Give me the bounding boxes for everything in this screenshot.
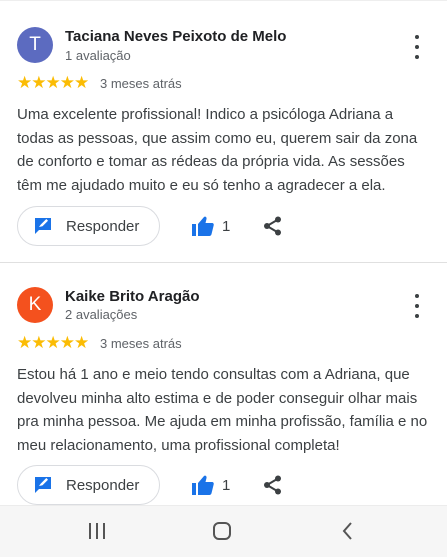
avatar[interactable]: K (17, 287, 53, 323)
review-divider (0, 262, 447, 263)
more-options-button[interactable] (405, 292, 429, 320)
avatar-letter: K (28, 294, 42, 315)
recent-apps-icon[interactable] (86, 520, 108, 542)
like-button[interactable]: 1 (192, 475, 230, 495)
avatar-letter: T (29, 34, 41, 55)
review-date: 3 meses atrás (100, 336, 182, 351)
more-options-button[interactable] (405, 33, 429, 61)
share-icon[interactable] (263, 216, 283, 236)
like-count: 1 (222, 217, 231, 235)
back-icon[interactable] (337, 520, 359, 542)
star-rating: ★★★★★ (17, 73, 89, 92)
reviewer-name[interactable]: Taciana Neves Peixoto de Melo (65, 28, 286, 45)
more-vert-icon (415, 35, 419, 39)
reviewer-name[interactable]: Kaike Brito Aragão (65, 288, 199, 305)
top-divider (0, 0, 447, 1)
like-count: 1 (222, 476, 231, 494)
reply-icon (35, 477, 51, 493)
reviewer-review-count: 2 avaliações (65, 307, 138, 322)
system-navigation-bar (0, 505, 447, 557)
star-rating: ★★★★★ (17, 333, 89, 352)
review-date: 3 meses atrás (100, 76, 182, 91)
home-icon[interactable] (211, 520, 233, 542)
reply-button[interactable]: Responder (17, 206, 160, 246)
like-button[interactable]: 1 (192, 216, 230, 236)
reply-button[interactable]: Responder (17, 465, 160, 505)
thumb-up-icon (192, 475, 214, 495)
reply-icon (35, 218, 51, 234)
more-vert-icon (415, 294, 419, 298)
share-icon[interactable] (263, 475, 283, 495)
review-text: Estou há 1 ano e meio tendo consultas co… (17, 366, 428, 454)
reply-label: Responder (66, 217, 140, 235)
reviewer-review-count: 1 avaliação (65, 48, 131, 63)
review-text: Uma excelente profissional! Indico a psi… (17, 106, 418, 194)
avatar[interactable]: T (17, 27, 53, 63)
reply-label: Responder (66, 476, 140, 494)
thumb-up-icon (192, 216, 214, 236)
